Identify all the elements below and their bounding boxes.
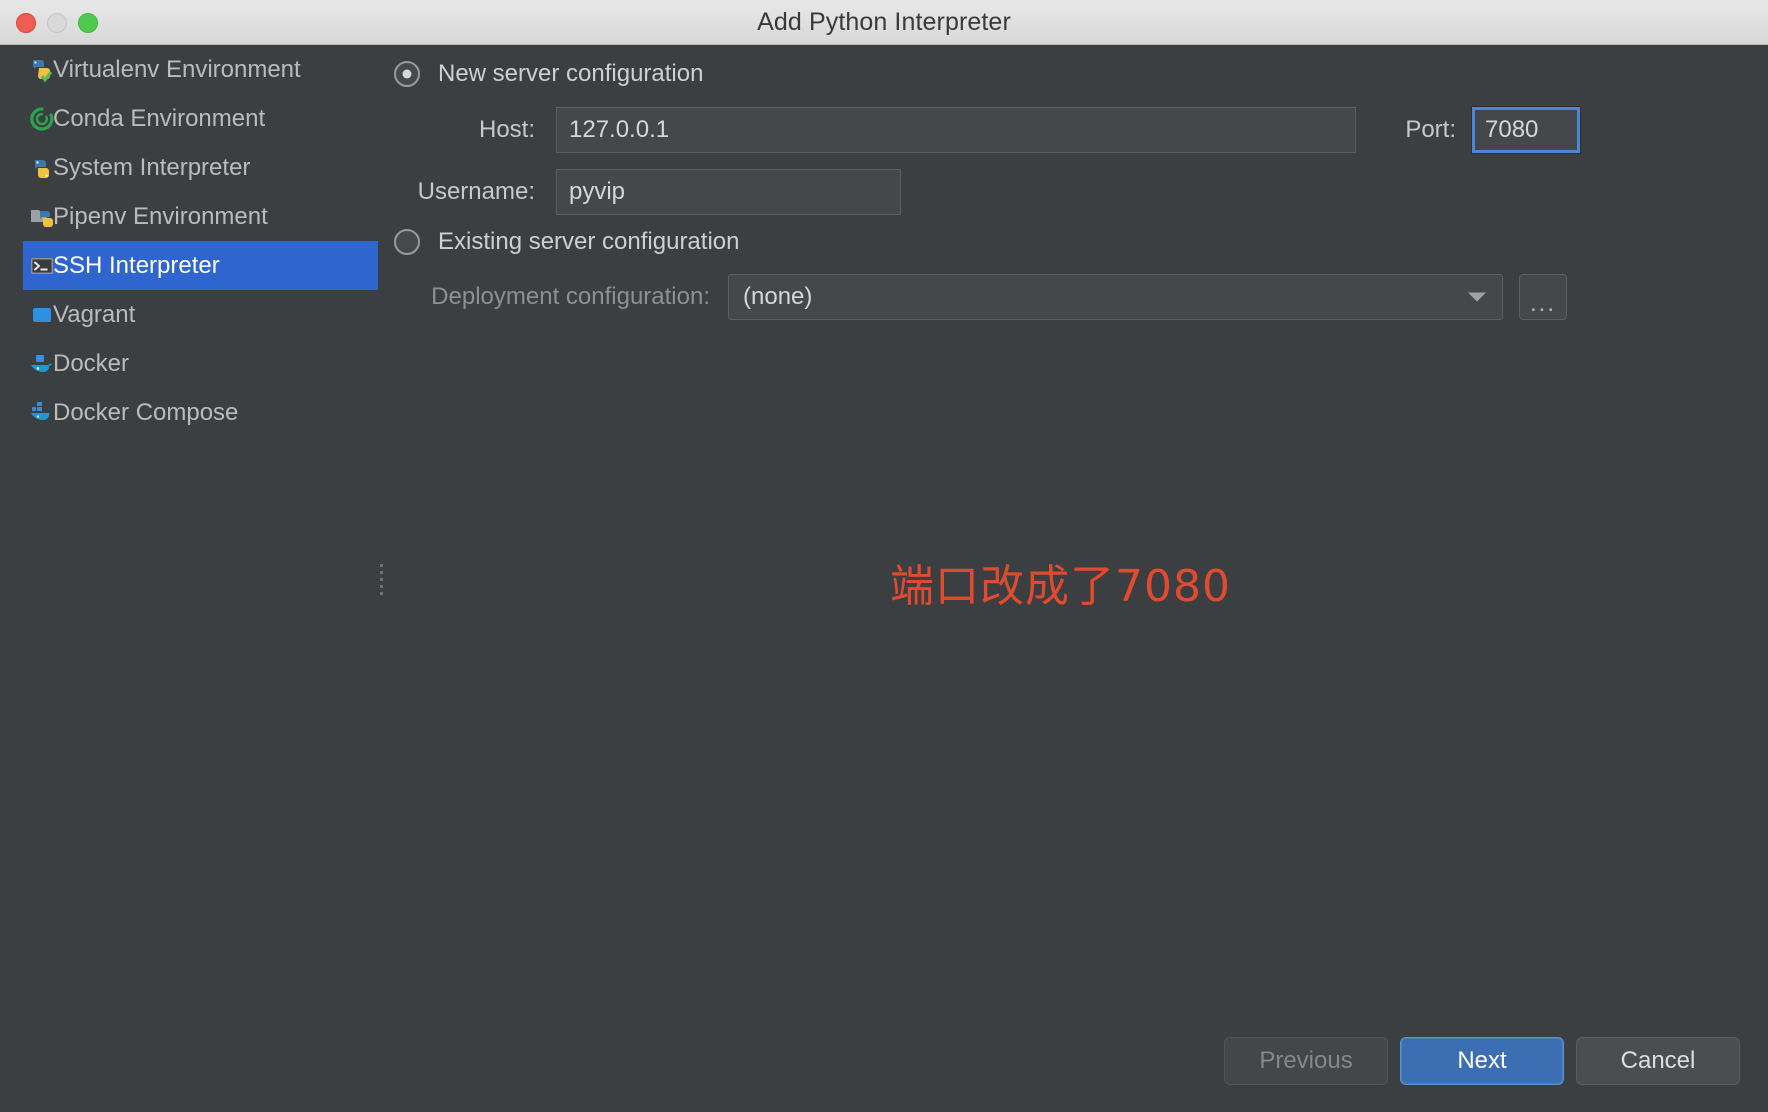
new-server-configuration-label: New server configuration — [438, 60, 704, 87]
host-row: Host: Port: — [380, 107, 1768, 153]
radio-indicator — [394, 229, 420, 255]
sidebar-item-label: Vagrant — [53, 300, 136, 328]
python-icon — [29, 155, 55, 181]
docker-icon — [29, 351, 55, 377]
pipenv-icon — [29, 204, 55, 230]
deployment-configuration-row: Deployment configuration: (none) ... — [380, 274, 1567, 320]
username-input[interactable] — [556, 169, 901, 215]
sidebar-item-conda-environment[interactable]: Conda Environment — [23, 94, 378, 143]
sidebar-item-label: Virtualenv Environment — [53, 55, 301, 83]
next-button-label: Next — [1457, 1047, 1507, 1074]
annotation-text: 端口改成了7080 — [890, 561, 1231, 612]
zoom-button[interactable] — [78, 12, 98, 33]
sidebar-item-label: Docker — [53, 349, 130, 377]
sidebar-item-virtualenv-environment[interactable]: Virtualenv Environment — [23, 45, 378, 94]
interpreter-type-list: Virtualenv Environment Conda Environment — [0, 45, 380, 1112]
window-controls — [16, 0, 98, 45]
sidebar-item-docker-compose[interactable]: Docker Compose — [23, 388, 378, 437]
python-virtualenv-icon — [29, 57, 55, 83]
window-title: Add Python Interpreter — [757, 7, 1011, 36]
next-button[interactable]: Next — [1400, 1037, 1564, 1085]
conda-icon — [29, 106, 55, 132]
deployment-browse-button[interactable]: ... — [1519, 274, 1567, 320]
ellipsis-label: ... — [1529, 290, 1556, 317]
cancel-button[interactable]: Cancel — [1576, 1037, 1740, 1085]
deployment-configuration-select[interactable]: (none) — [728, 274, 1503, 320]
previous-button-label: Previous — [1259, 1047, 1353, 1074]
close-button[interactable] — [16, 12, 36, 33]
sidebar-item-docker[interactable]: Docker — [23, 339, 378, 388]
vagrant-icon — [29, 302, 55, 328]
add-python-interpreter-dialog: Add Python Interpreter Virtualenv Enviro… — [0, 0, 1768, 1112]
username-row: Username: — [380, 169, 901, 215]
cancel-button-label: Cancel — [1620, 1047, 1696, 1074]
terminal-icon — [29, 253, 55, 279]
sidebar-item-label: Docker Compose — [53, 398, 239, 426]
dialog-content: Virtualenv Environment Conda Environment — [0, 45, 1768, 1112]
host-label: Host: — [478, 116, 535, 143]
sidebar-item-system-interpreter[interactable]: System Interpreter — [23, 143, 378, 192]
username-label: Username: — [417, 178, 535, 205]
minimize-button[interactable] — [47, 12, 67, 33]
previous-button[interactable]: Previous — [1224, 1037, 1388, 1085]
sidebar-item-label: Conda Environment — [53, 104, 266, 132]
port-label: Port: — [1405, 116, 1456, 143]
dialog-buttons: Previous Next Cancel — [1224, 1037, 1740, 1085]
existing-server-configuration-label: Existing server configuration — [438, 228, 740, 255]
sidebar-item-vagrant[interactable]: Vagrant — [23, 290, 378, 339]
host-input[interactable] — [556, 107, 1356, 153]
radio-indicator — [394, 61, 420, 87]
titlebar: Add Python Interpreter — [0, 0, 1768, 45]
port-input[interactable] — [1472, 107, 1580, 153]
sidebar-item-ssh-interpreter[interactable]: SSH Interpreter — [23, 241, 378, 290]
existing-server-configuration-radio[interactable]: Existing server configuration — [394, 222, 739, 262]
docker-compose-icon — [29, 400, 55, 426]
sidebar-item-label: System Interpreter — [53, 153, 251, 181]
sidebar-item-pipenv-environment[interactable]: Pipenv Environment — [23, 192, 378, 241]
new-server-configuration-radio[interactable]: New server configuration — [394, 54, 703, 94]
deployment-configuration-label: Deployment configuration: — [431, 283, 710, 310]
deployment-configuration-value: (none) — [743, 283, 813, 310]
sidebar-item-label: SSH Interpreter — [53, 251, 220, 279]
sidebar-item-label: Pipenv Environment — [53, 202, 268, 230]
chevron-down-icon — [1468, 292, 1486, 302]
